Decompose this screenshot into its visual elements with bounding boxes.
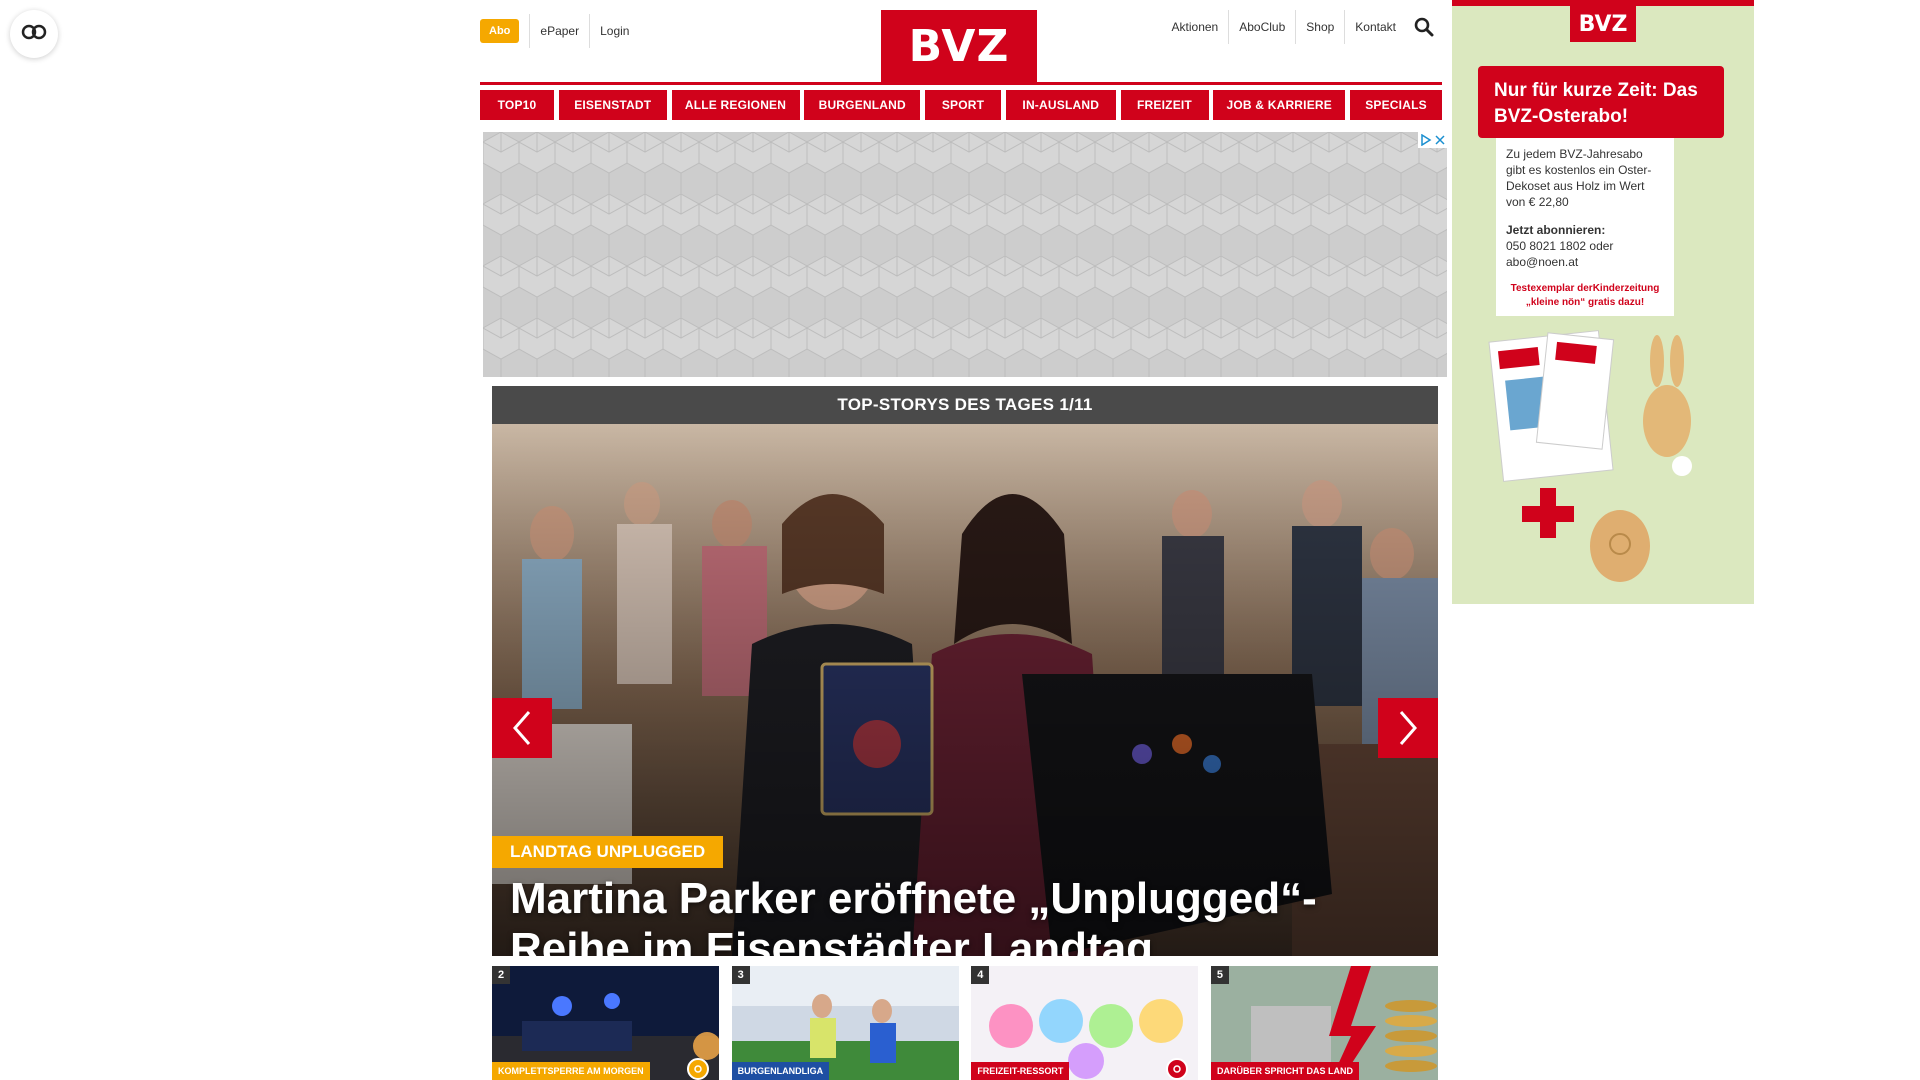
story-thumb-3[interactable]: 3 BURGENLANDLIGA (731, 966, 959, 1080)
thumb-number: 2 (492, 966, 510, 984)
thumb-number: 5 (1210, 966, 1229, 984)
story-thumbnails: 2 KOMPLETTSPERRE AM MORGEN 3 BURGENLANDL… (492, 966, 1438, 1080)
aboclub-link[interactable]: AboClub (1229, 10, 1297, 44)
story-thumb-2[interactable]: 2 KOMPLETTSPERRE AM MORGEN (492, 966, 719, 1080)
kontakt-link[interactable]: Kontakt (1345, 10, 1406, 44)
side-ad-headline: Nur für kurze Zeit: Das BVZ-Osterabo! (1478, 66, 1724, 138)
epaper-link[interactable]: ePaper (529, 14, 591, 48)
thumb-tag: BURGENLANDLIGA (731, 1062, 830, 1080)
ad-choices[interactable] (1418, 132, 1447, 148)
header-divider (480, 82, 1442, 85)
accessibility-icon (21, 24, 47, 45)
story-thumb-4[interactable]: 4 FREIZEIT-RESSORT (971, 966, 1199, 1080)
slide-image[interactable]: LANDTAG UNPLUGGED Martina Parker eröffne… (492, 424, 1438, 956)
chevron-left-icon (511, 710, 533, 746)
side-ad-strip: Testexemplar derKinderzeitung „kleine nö… (1496, 278, 1674, 316)
login-link[interactable]: Login (590, 14, 639, 48)
aktionen-link[interactable]: Aktionen (1162, 10, 1230, 44)
side-ad-body: Zu jedem BVZ-Jahresabo gibt es kostenlos… (1506, 147, 1652, 209)
slide-title[interactable]: Martina Parker eröffnete „Unplugged“-Rei… (510, 874, 1390, 956)
search-icon[interactable] (1406, 10, 1442, 44)
ad-banner[interactable] (483, 132, 1447, 377)
nav-item-freizeit[interactable]: FREIZEIT (1120, 90, 1209, 120)
story-thumb-5[interactable]: 5 DARÜBER SPRICHT DAS LAND (1210, 966, 1438, 1080)
thumb-number: 3 (731, 966, 750, 984)
nav-item-top10[interactable]: TOP10 (480, 90, 554, 120)
side-ad-cta-title: Jetzt abonnieren: (1506, 223, 1606, 237)
nav-item-specials[interactable]: SPECIALS (1350, 90, 1442, 120)
side-ad-illustration (1452, 316, 1754, 604)
nav-item-alle-regionen[interactable]: ALLE REGIONEN (671, 90, 800, 120)
side-ad-card: Zu jedem BVZ-Jahresabo gibt es kostenlos… (1496, 138, 1674, 278)
thumb-number: 4 (971, 966, 990, 984)
chevron-right-icon (1397, 710, 1419, 746)
side-ad[interactable]: BVZ Nur für kurze Zeit: Das BVZ-Osterabo… (1452, 0, 1754, 604)
header-left-links: Abo ePaper Login (480, 14, 639, 48)
camera-icon (687, 1058, 709, 1080)
side-ad-strip-line2: „kleine nön“ gratis dazu! (1525, 297, 1645, 308)
nav-item-eisenstadt[interactable]: EISENSTADT (558, 90, 667, 120)
slider-prev-button[interactable] (492, 698, 552, 758)
main-nav: TOP10 EISENSTADT ALLE REGIONEN BURGENLAN… (480, 90, 1442, 120)
site-logo[interactable]: BVZ (881, 10, 1037, 82)
abo-button[interactable]: Abo (480, 19, 520, 43)
slider-heading: TOP-STORYS DES TAGES 1/11 (492, 386, 1438, 424)
accessibility-button[interactable] (10, 10, 58, 58)
thumb-tag: KOMPLETTSPERRE AM MORGEN (492, 1062, 650, 1080)
side-ad-cta-email: abo@noen.at (1506, 255, 1579, 269)
slide-kicker[interactable]: LANDTAG UNPLUGGED (492, 836, 724, 868)
side-ad-logo: BVZ (1570, 6, 1636, 42)
thumb-tag: DARÜBER SPRICHT DAS LAND (1210, 1062, 1359, 1080)
nav-item-burgenland[interactable]: BURGENLAND (804, 90, 921, 120)
thumb-tag: FREIZEIT-RESSORT (971, 1062, 1070, 1080)
side-ad-cta-phone: 050 8021 1802 oder (1506, 239, 1614, 253)
site-header: Abo ePaper Login BVZ Aktionen AboClub Sh… (480, 0, 1442, 90)
side-ad-strip-line1: Testexemplar derKinderzeitung (1510, 283, 1660, 294)
close-icon[interactable] (1435, 135, 1445, 145)
header-right-links: Aktionen AboClub Shop Kontakt (1162, 10, 1442, 44)
slider-next-button[interactable] (1378, 698, 1438, 758)
top-stories-slider: TOP-STORYS DES TAGES 1/11 LANDTAG UNPLUG… (492, 386, 1438, 956)
nav-item-sport[interactable]: SPORT (925, 90, 1001, 120)
adchoices-icon[interactable] (1420, 134, 1432, 146)
nav-item-job-karriere[interactable]: JOB & KARRIERE (1213, 90, 1346, 120)
shop-link[interactable]: Shop (1296, 10, 1346, 44)
nav-item-in-ausland[interactable]: IN-AUSLAND (1005, 90, 1116, 120)
